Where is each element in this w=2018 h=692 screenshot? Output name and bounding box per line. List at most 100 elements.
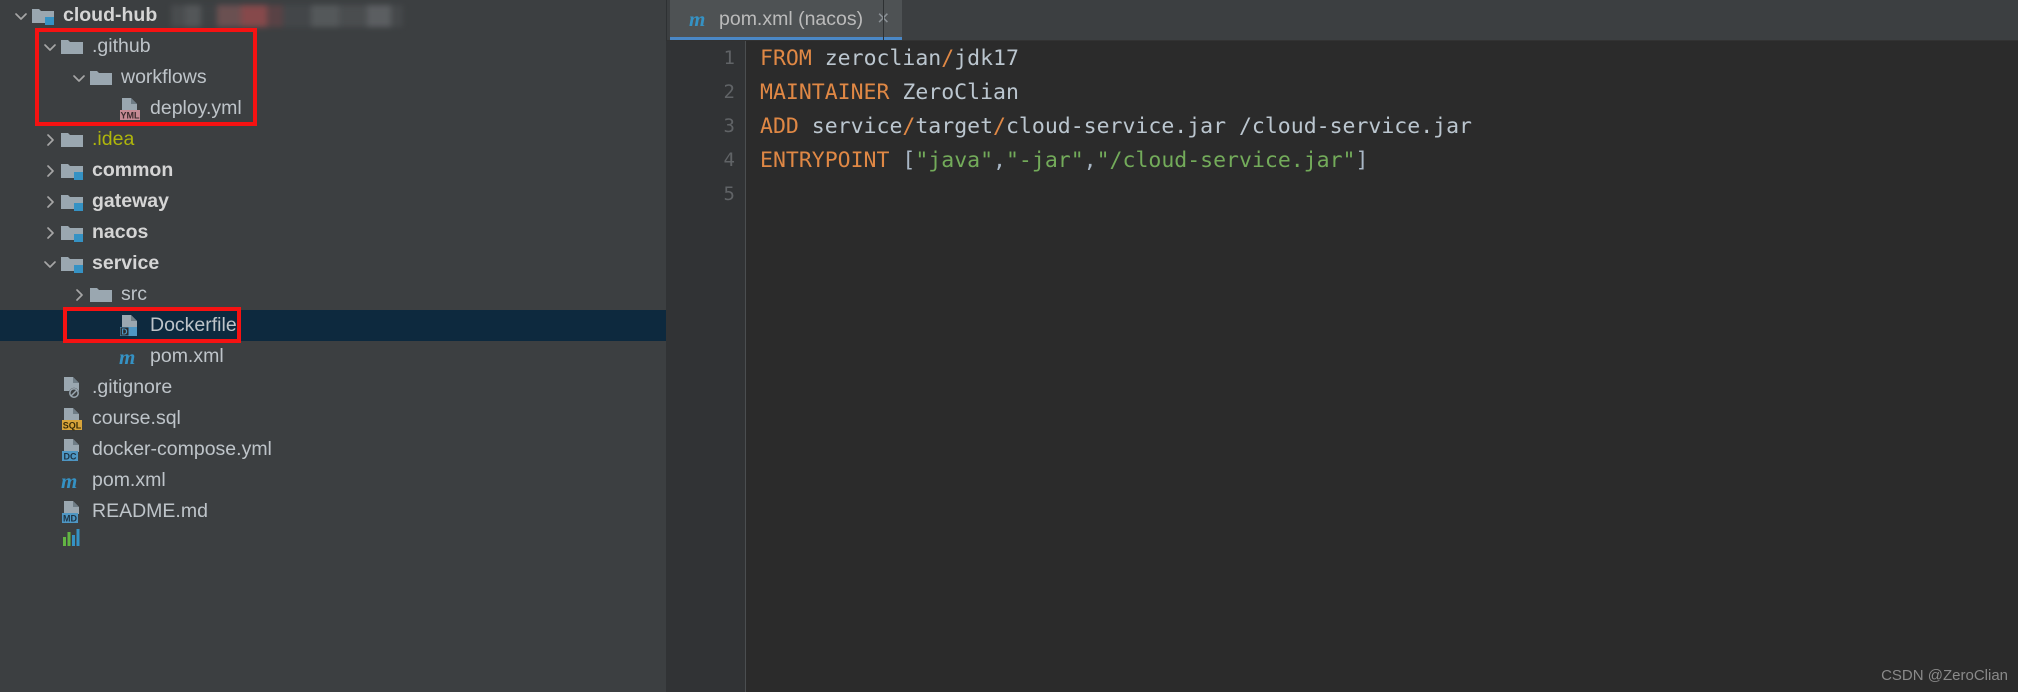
tree-row[interactable]: D Dockerfile — [0, 310, 666, 341]
tree-row-label: pom.xml — [92, 469, 166, 491]
tree-row-label: common — [92, 159, 174, 181]
gutter-line-number[interactable]: 4 — [666, 143, 745, 177]
tree-row[interactable]: MD README.md — [0, 496, 666, 527]
code-token: zeroclian — [824, 45, 942, 71]
code-token: / — [941, 45, 955, 71]
tree-row-label: docker-compose.yml — [92, 438, 272, 460]
tree-row[interactable]: .idea — [0, 124, 666, 155]
module-folder-icon — [60, 248, 85, 279]
code-token: service — [811, 113, 903, 139]
dockercompose-file-icon: DC — [60, 434, 85, 465]
code-token: / — [902, 113, 916, 139]
tree-row-label: deploy.yml — [150, 97, 242, 119]
svg-text:m: m — [61, 469, 77, 493]
tree-row[interactable]: m pom.xml — [0, 341, 666, 372]
tree-row[interactable]: src — [0, 279, 666, 310]
tree-row[interactable]: YML deploy.yml — [0, 93, 666, 124]
chevron-down-icon[interactable] — [68, 62, 89, 93]
svg-text:D: D — [121, 326, 127, 336]
gutter-line-number[interactable]: 2 — [666, 75, 745, 109]
module-folder-icon — [31, 0, 56, 31]
chevron-right-icon[interactable] — [68, 279, 89, 310]
chevron-down-icon[interactable] — [10, 0, 31, 31]
tree-row-label: cloud-hub — [63, 4, 158, 26]
tree-indent-spacer — [0, 15, 10, 16]
line-number-text: 1 — [723, 47, 735, 69]
chevron-right-icon[interactable] — [39, 124, 60, 155]
code-line[interactable]: MAINTAINER ZeroClian — [747, 75, 2018, 109]
editor-tab-strip: m pom.xml (nacos) × — [666, 0, 2018, 41]
editor-tab-pom-xml-nacos[interactable]: m pom.xml (nacos) × — [670, 0, 903, 40]
chart-file-icon — [60, 522, 85, 553]
tree-row[interactable]: cloud-hub — [0, 0, 666, 31]
code-token: "/cloud-service.jar" — [1096, 147, 1356, 173]
code-token: jdk17 — [954, 45, 1019, 71]
module-folder-icon — [60, 217, 85, 248]
chevron-right-icon[interactable] — [39, 186, 60, 217]
tree-row[interactable]: nacos — [0, 217, 666, 248]
code-token: [ — [902, 147, 916, 173]
code-token: "java" — [915, 147, 994, 173]
tree-row[interactable]: SQL course.sql — [0, 403, 666, 434]
tree-indent-spacer — [0, 263, 39, 264]
maven-file-icon: m — [60, 465, 85, 496]
folder-icon — [89, 62, 114, 93]
tree-row[interactable]: gateway — [0, 186, 666, 217]
gutter-line-number[interactable]: 5 — [666, 177, 745, 211]
code-token: FROM — [760, 45, 812, 71]
chevron-right-icon[interactable] — [39, 155, 60, 186]
gutter-line-number[interactable]: 3 — [666, 109, 745, 143]
code-line[interactable]: FROM zeroclian / jdk17 — [747, 41, 2018, 75]
redacted-path-blur — [171, 4, 404, 27]
code-line[interactable]: ENTRYPOINT ["java", "-jar", "/cloud-servic… — [747, 143, 2018, 177]
tree-row[interactable]: .gitignore — [0, 372, 666, 403]
svg-text:m: m — [119, 345, 135, 369]
tree-row-label: gateway — [92, 190, 169, 212]
tree-row-label: README.md — [92, 500, 208, 522]
tree-indent-spacer — [0, 294, 68, 295]
watermark: CSDN @ZeroClian — [1881, 667, 2008, 684]
tree-indent-spacer — [0, 537, 39, 538]
gutter-line-number[interactable]: 1 — [666, 41, 773, 75]
chevron-down-icon[interactable] — [39, 248, 60, 279]
tree-indent-spacer — [0, 449, 39, 450]
tree-row[interactable] — [0, 527, 666, 547]
editor-tab-label: pom.xml (nacos) — [719, 7, 864, 30]
tree-arrow-placeholder — [39, 434, 60, 465]
tree-row[interactable]: common — [0, 155, 666, 186]
svg-text:m: m — [689, 8, 705, 30]
project-tree-panel[interactable]: cloud-hub .github workflows YML deploy.yml .i… — [0, 0, 666, 692]
module-folder-icon — [60, 155, 85, 186]
tree-arrow-placeholder — [97, 310, 118, 341]
editor-gutter[interactable]: 1 2 3 4 5 — [666, 41, 773, 692]
tree-row[interactable]: workflows — [0, 62, 666, 93]
code-token: MAINTAINER — [760, 79, 890, 105]
tree-row[interactable]: .github — [0, 31, 666, 62]
sql-file-icon: SQL — [60, 403, 85, 434]
code-line[interactable] — [747, 177, 2018, 211]
tree-arrow-placeholder — [39, 465, 60, 496]
docker-file-icon: D — [118, 310, 143, 341]
tree-arrow-placeholder — [39, 372, 60, 403]
chevron-right-icon[interactable] — [39, 217, 60, 248]
editor-code-area[interactable]: FROM zeroclian / jdk17 MAINTAINER ZeroClian… — [747, 41, 2018, 692]
tree-indent-spacer — [0, 170, 39, 171]
tree-row[interactable]: service — [0, 248, 666, 279]
tree-row[interactable]: DC docker-compose.yml — [0, 434, 666, 465]
tree-indent-spacer — [0, 46, 39, 47]
tree-indent-spacer — [0, 418, 39, 419]
tree-row-label: .github — [92, 35, 151, 57]
code-line[interactable]: ADD service / target / cloud-service.jar /cl… — [747, 109, 2018, 143]
maven-file-icon: m — [118, 341, 143, 372]
tree-row[interactable]: m pom.xml — [0, 465, 666, 496]
tree-indent-spacer — [0, 139, 39, 140]
folder-icon — [60, 124, 85, 155]
code-token: / — [993, 113, 1006, 139]
tree-indent-spacer — [0, 387, 39, 388]
chevron-down-icon[interactable] — [39, 31, 60, 62]
tree-indent-spacer — [0, 480, 39, 481]
tree-arrow-placeholder — [39, 522, 60, 553]
